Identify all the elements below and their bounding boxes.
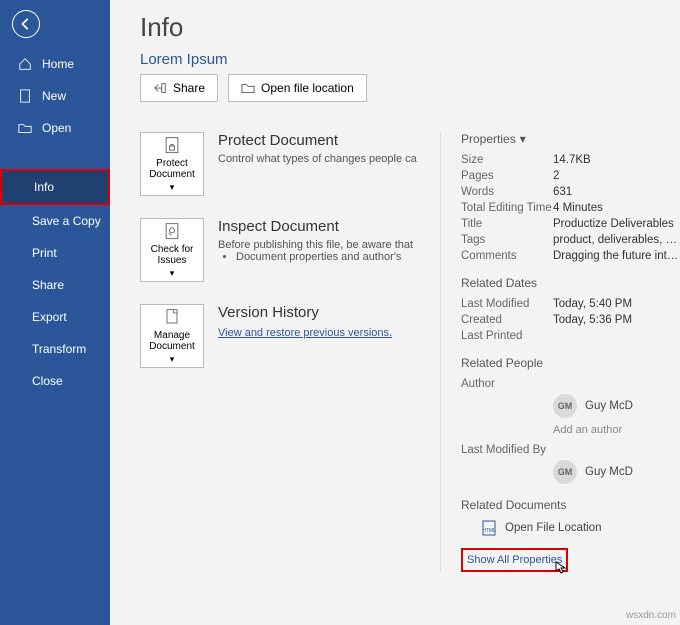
chevron-down-icon: ▾ <box>170 354 175 365</box>
nav-transform[interactable]: Transform <box>0 333 110 365</box>
modifier-name: Guy McD <box>585 466 633 478</box>
new-icon <box>18 89 32 103</box>
back-button[interactable] <box>12 10 40 38</box>
inspect-bullet: Document properties and author's <box>236 251 413 263</box>
arrow-left-icon <box>19 17 33 31</box>
prop-tags[interactable]: product, deliverables, opti… <box>553 234 680 246</box>
nav-label: Transform <box>32 342 86 356</box>
prop-words[interactable]: 631 <box>553 186 680 198</box>
prop-editing-time[interactable]: 4 Minutes <box>553 202 680 214</box>
nav-label: New <box>42 89 66 103</box>
related-documents-heading: Related Documents <box>461 498 680 512</box>
protect-desc: Control what types of changes people ca <box>218 153 417 165</box>
last-modified-by-entry[interactable]: GM Guy McD <box>553 460 680 484</box>
prop-title[interactable]: Productize Deliverables <box>553 218 680 230</box>
properties-panel: Properties ▾ Size14.7KB Pages2 Words631 … <box>440 132 680 572</box>
chevron-down-icon: ▾ <box>170 268 175 279</box>
share-button[interactable]: Share <box>140 74 218 102</box>
show-all-properties-link[interactable]: Show All Properties <box>461 548 568 572</box>
date-created: Today, 5:36 PM <box>553 314 680 326</box>
prop-comments[interactable]: Dragging the future into n… <box>553 250 680 262</box>
share-icon <box>153 81 167 95</box>
author-name: Guy McD <box>585 400 633 412</box>
open-file-location-button[interactable]: Open file location <box>228 74 367 102</box>
avatar: GM <box>553 460 577 484</box>
nav-export[interactable]: Export <box>0 301 110 333</box>
info-center: Protect Document ▾ Protect Document Cont… <box>140 132 430 572</box>
nav-print[interactable]: Print <box>0 237 110 269</box>
author-entry[interactable]: GM Guy McD <box>553 394 680 418</box>
nav-label: Print <box>32 246 57 260</box>
nav-label: Open <box>42 121 71 135</box>
chevron-down-icon: ▾ <box>170 182 175 193</box>
folder-icon <box>241 81 255 95</box>
avatar: GM <box>553 394 577 418</box>
prop-pages[interactable]: 2 <box>553 170 680 182</box>
lock-icon <box>162 136 182 156</box>
inspect-heading: Inspect Document <box>218 218 413 235</box>
main-area: Info Lorem Ipsum Share Open file locatio… <box>110 0 680 625</box>
version-history-link[interactable]: View and restore previous versions. <box>218 327 392 339</box>
date-last-printed <box>553 330 680 342</box>
nav-home[interactable]: Home <box>0 48 110 80</box>
protect-heading: Protect Document <box>218 132 417 149</box>
inspect-desc: Before publishing this file, be aware th… <box>218 239 413 251</box>
document-icon <box>162 308 182 328</box>
prop-size[interactable]: 14.7KB <box>553 154 680 166</box>
html-file-icon: HTML <box>481 520 497 536</box>
nav-share[interactable]: Share <box>0 269 110 301</box>
page-title: Info <box>140 12 680 43</box>
date-last-modified: Today, 5:40 PM <box>553 298 680 310</box>
open-icon <box>18 121 32 135</box>
manage-document-tile[interactable]: Manage Document ▾ <box>140 304 204 368</box>
add-author-link[interactable]: Add an author <box>553 424 680 436</box>
nav-label: Close <box>32 374 63 388</box>
properties-dropdown[interactable]: Properties ▾ <box>461 132 526 146</box>
svg-text:HTML: HTML <box>482 528 496 534</box>
nav-close[interactable]: Close <box>0 365 110 397</box>
check-issues-tile[interactable]: Check for Issues ▾ <box>140 218 204 282</box>
nav-label: Home <box>42 57 74 71</box>
nav-label: Info <box>34 180 54 194</box>
cursor-icon <box>554 560 570 576</box>
nav-new[interactable]: New <box>0 80 110 112</box>
nav-label: Export <box>32 310 67 324</box>
chevron-down-icon: ▾ <box>520 132 526 146</box>
related-people-heading: Related People <box>461 356 680 370</box>
nav-label: Share <box>32 278 64 292</box>
open-file-location-link[interactable]: HTML Open File Location <box>481 520 680 536</box>
nav-info[interactable]: Info <box>0 169 110 205</box>
sidebar: Home New Open Info Save a Copy Print Sha… <box>0 0 110 625</box>
nav-open[interactable]: Open <box>0 112 110 144</box>
protect-document-tile[interactable]: Protect Document ▾ <box>140 132 204 196</box>
home-icon <box>18 57 32 71</box>
history-heading: Version History <box>218 304 392 321</box>
nav-save-copy[interactable]: Save a Copy <box>0 205 110 237</box>
related-dates-heading: Related Dates <box>461 276 680 290</box>
document-name: Lorem Ipsum <box>140 51 680 68</box>
watermark: wsxdn.com <box>626 610 676 621</box>
nav-label: Save a Copy <box>32 214 101 228</box>
inspect-icon <box>162 222 182 242</box>
